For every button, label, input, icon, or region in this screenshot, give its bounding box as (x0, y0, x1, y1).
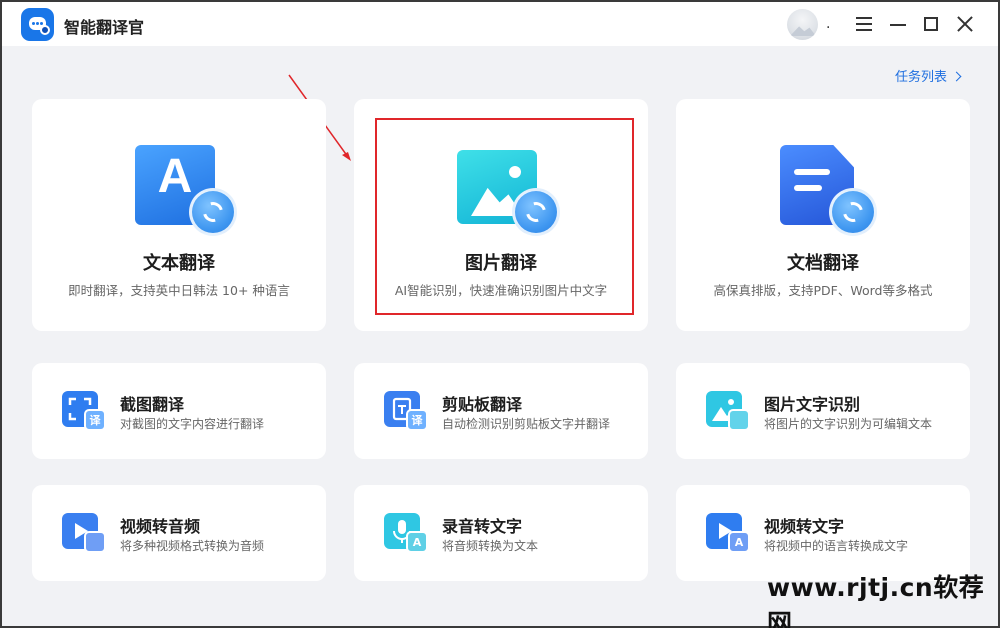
audio-to-text-card[interactable]: A 录音转文字 将音频转换为文本 (354, 485, 648, 581)
card-title: 剪贴板翻译 (442, 395, 523, 414)
sync-icon (189, 188, 237, 236)
card-description: 将图片的文字识别为可编辑文本 (764, 417, 933, 431)
video-to-text-card[interactable]: A 视频转文字 将视频中的语言转换成文字 (676, 485, 970, 581)
waveform-badge-icon (84, 531, 106, 553)
document-translate-card[interactable]: 文档翻译 高保真排版，支持PDF、Word等多格式 (676, 99, 970, 331)
card-description: 将视频中的语言转换成文字 (764, 539, 909, 553)
watermark-text: www.rjtj.cn软荐网 (767, 573, 985, 628)
video-to-audio-card[interactable]: 视频转音频 将多种视频格式转换为音频 (32, 485, 326, 581)
highlight-box (375, 118, 634, 315)
refresh-badge-icon (728, 409, 750, 431)
text-translate-card[interactable]: A 文本翻译 即时翻译，支持英中日韩法 10+ 种语言 (32, 99, 326, 331)
letter-a-badge-icon: A (728, 531, 750, 553)
clipboard-translate-card[interactable]: 译 剪贴板翻译 自动检测识别剪贴板文字并翻译 (354, 363, 648, 459)
card-title: 图片文字识别 (764, 395, 861, 414)
card-description: 将多种视频格式转换为音频 (120, 539, 265, 553)
screenshot-translate-card[interactable]: 译 截图翻译 对截图的文字内容进行翻译 (32, 363, 326, 459)
translate-badge-icon: 译 (406, 409, 428, 431)
card-title: 截图翻译 (120, 395, 185, 414)
card-description: 对截图的文字内容进行翻译 (120, 417, 265, 431)
card-description: 即时翻译，支持英中日韩法 10+ 种语言 (68, 283, 290, 298)
image-ocr-card[interactable]: 图片文字识别 将图片的文字识别为可编辑文本 (676, 363, 970, 459)
card-description: 高保真排版，支持PDF、Word等多格式 (713, 283, 933, 298)
app-window: 智能翻译官 . 任务列表 A 文本翻译 即时翻译，支持英中日韩法 10+ 种语言 (0, 0, 1000, 628)
letter-a-badge-icon: A (406, 531, 428, 553)
card-description: 自动检测识别剪贴板文字并翻译 (442, 417, 611, 431)
sync-icon (829, 188, 877, 236)
translate-badge-icon: 译 (84, 409, 106, 431)
card-title: 视频转文字 (764, 517, 845, 536)
card-title: 文本翻译 (143, 253, 215, 274)
card-title: 视频转音频 (120, 517, 201, 536)
card-description: 将音频转换为文本 (442, 539, 539, 553)
card-title: 录音转文字 (442, 517, 523, 536)
card-title: 文档翻译 (787, 253, 859, 274)
